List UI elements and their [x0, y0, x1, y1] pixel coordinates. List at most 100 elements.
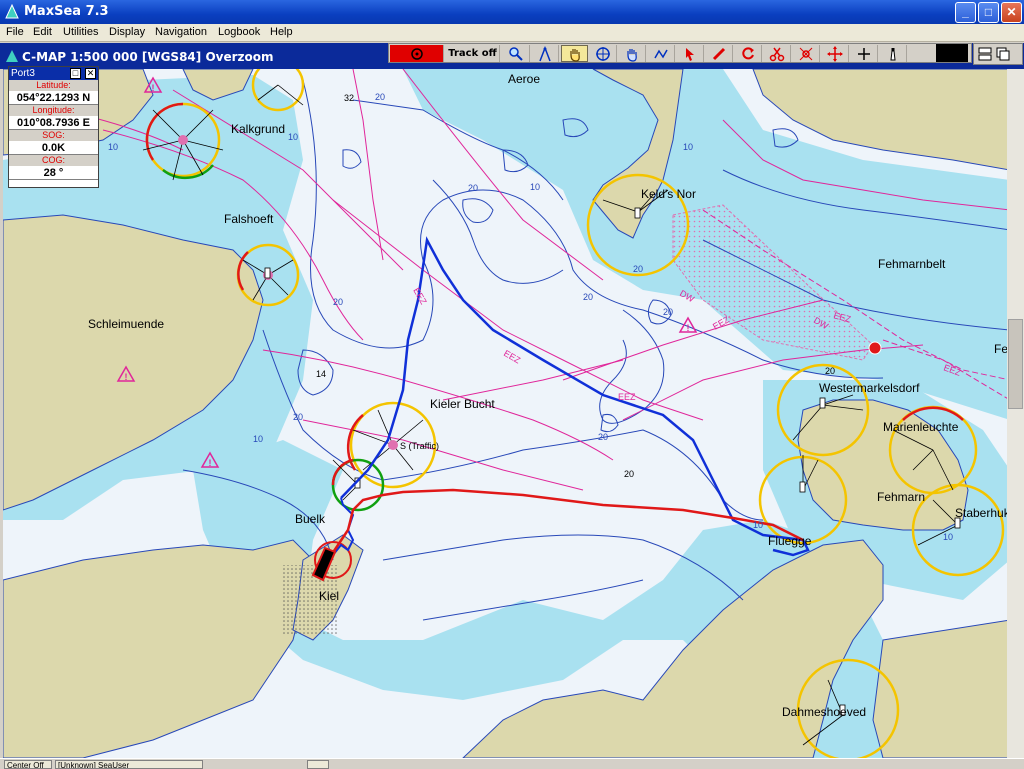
place-label: Staberhuk [955, 506, 1007, 520]
menu-display[interactable]: Display [109, 26, 145, 38]
port-panel-close-button[interactable]: ✕ [85, 68, 96, 79]
route-icon [654, 49, 668, 58]
pencil-icon [712, 47, 726, 60]
place-label: Falshoeft [224, 212, 274, 226]
waypoint-icon [799, 47, 813, 60]
toolbar-window-tools[interactable] [973, 43, 1023, 65]
lighthouse-button[interactable] [880, 45, 907, 62]
svg-text:!: ! [125, 372, 128, 382]
latitude-value: 054°22.1293 N [9, 91, 98, 105]
place-label: Fluegge [768, 534, 812, 548]
zoom-button[interactable] [503, 45, 530, 62]
depth-label: 20 [624, 469, 634, 479]
waypoint-button[interactable] [793, 45, 820, 62]
nautical-chart-view[interactable]: !!!! 32 20 10 10 20 20 10 20 10 14 20 20… [0, 69, 1007, 758]
depth-label: 20 [468, 183, 478, 193]
zoom-icon [509, 46, 523, 61]
toolbar-color-swatch[interactable] [936, 44, 968, 62]
longitude-value: 010°08.7936 E [9, 116, 98, 130]
eez-label: EEZ [618, 392, 636, 402]
place-label: Kalkgrund [231, 122, 285, 136]
menu-bar: File Edit Utilities Display Navigation L… [0, 24, 1024, 42]
depth-label: 20 [825, 366, 835, 376]
place-label: Schleimuende [88, 317, 164, 331]
route-button[interactable] [648, 45, 675, 62]
plus-icon [858, 47, 870, 60]
maximize-button[interactable]: □ [978, 2, 999, 23]
track-off-button[interactable]: Track off [446, 45, 500, 62]
menu-utilities[interactable]: Utilities [63, 26, 98, 38]
cog-value: 28 ° [9, 166, 98, 180]
rotate-button[interactable] [735, 45, 762, 62]
minimize-button[interactable]: _ [955, 2, 976, 23]
nautical-chart[interactable]: !!!! 32 20 10 10 20 20 10 20 10 14 20 20… [3, 69, 1007, 758]
place-label: Westermarkelsdorf [819, 381, 920, 395]
svg-text:!: ! [152, 83, 155, 93]
port-panel-title: Port3 [11, 68, 35, 79]
vertical-scrollbar[interactable] [1007, 69, 1024, 758]
depth-label: 10 [943, 532, 953, 542]
compass-icon [539, 45, 551, 61]
depth-label: 20 [583, 292, 593, 302]
plus-button[interactable] [851, 45, 878, 62]
crosshair-button[interactable] [590, 45, 617, 62]
place-label: Fehmarnbelt [878, 257, 946, 271]
pointer-icon [686, 47, 694, 61]
scissors-button[interactable] [764, 45, 791, 62]
depth-label: 20 [375, 92, 385, 102]
depth-label: 10 [288, 132, 298, 142]
place-label: Kiel [319, 589, 339, 603]
port-panel-header[interactable]: Port3 □ ✕ [9, 67, 98, 80]
pencil-button[interactable] [706, 45, 733, 62]
record-target-icon [410, 47, 423, 60]
menu-navigation[interactable]: Navigation [155, 26, 207, 38]
rotate-icon [742, 46, 754, 59]
depth-label: 20 [598, 432, 608, 442]
scrollbar-thumb[interactable] [1008, 319, 1023, 409]
move-button[interactable] [822, 45, 849, 62]
pan-hand-icon [627, 48, 637, 62]
menu-file[interactable]: File [6, 26, 24, 38]
depth-label: 20 [293, 412, 303, 422]
hand-icon [569, 48, 580, 62]
place-label: Aeroe [508, 72, 540, 86]
svg-text:!: ! [209, 458, 212, 468]
longitude-label: Longitude: [9, 105, 98, 116]
place-label: Kieler Bucht [430, 397, 495, 411]
depth-label: 14 [316, 369, 326, 379]
depth-label: 20 [333, 297, 343, 307]
depth-label: 10 [753, 520, 763, 530]
pointer-button[interactable] [677, 45, 704, 62]
record-button[interactable] [390, 45, 444, 62]
svg-text:!: ! [687, 323, 690, 333]
place-label: Keld's Nor [641, 187, 696, 201]
lighthouse-icon [890, 47, 896, 60]
sog-label: SOG: [9, 130, 98, 141]
depth-label: 10 [253, 434, 263, 444]
port-panel-maximize-button[interactable]: □ [70, 68, 81, 79]
menu-edit[interactable]: Edit [33, 26, 52, 38]
cog-label: COG: [9, 155, 98, 166]
cascade-windows-icon [996, 47, 1010, 61]
place-label: Fe [994, 342, 1007, 356]
window-titlebar: MaxSea 7.3 _ □ ✕ [0, 0, 1024, 24]
hand-button[interactable] [561, 45, 588, 62]
depth-label: 10 [530, 182, 540, 192]
depth-label: 20 [633, 264, 643, 274]
compass-button[interactable] [532, 45, 559, 62]
crosshair-icon [596, 46, 610, 61]
close-button[interactable]: ✕ [1001, 2, 1022, 23]
chart-icon [6, 50, 18, 62]
menu-logbook[interactable]: Logbook [218, 26, 260, 38]
menu-help[interactable]: Help [270, 26, 293, 38]
port-info-panel[interactable]: Port3 □ ✕ Latitude: 054°22.1293 N Longit… [8, 66, 99, 188]
traffic-target-label[interactable]: S (Traffic) [400, 441, 439, 451]
pan-button[interactable] [619, 45, 646, 62]
main-toolbar: Track off [388, 43, 972, 63]
depth-label: 10 [683, 142, 693, 152]
depth-label: 32 [344, 93, 354, 103]
place-label: Fehmarn [877, 490, 925, 504]
sog-value: 0.0K [9, 141, 98, 155]
status-bar: Center Off [Unknown] SeaUser [0, 758, 1024, 769]
latitude-label: Latitude: [9, 80, 98, 91]
